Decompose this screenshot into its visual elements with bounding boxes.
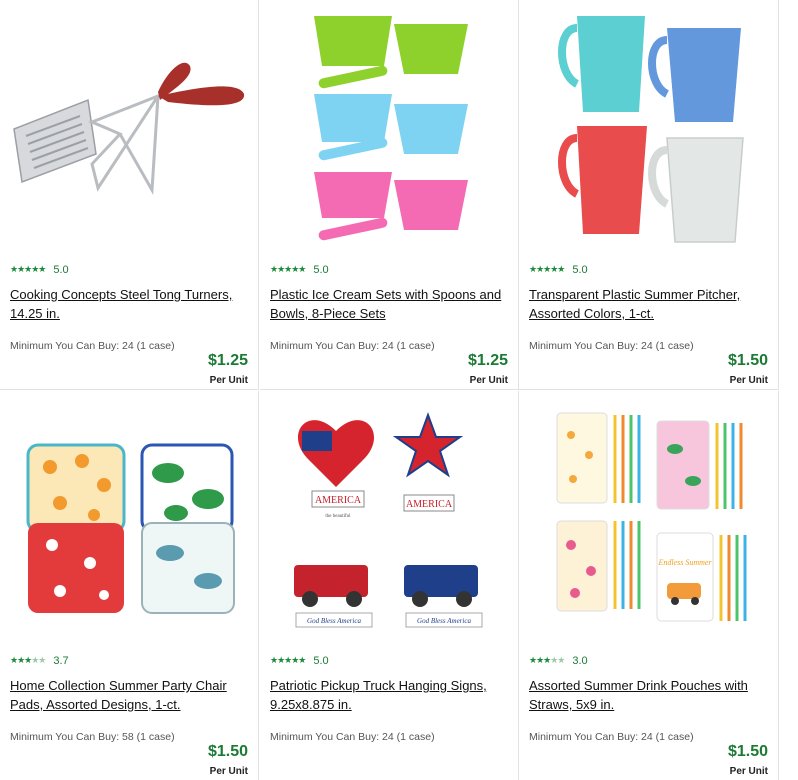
rating-value: 3.7 (53, 655, 69, 667)
product-image-tong-turners[interactable] (8, 4, 252, 250)
product-card[interactable]: ★★★★★ 5.0 Plastic Ice Cream Sets with Sp… (260, 0, 519, 390)
product-grid: ★★★★★ 5.0 Cooking Concepts Steel Tong Tu… (0, 0, 798, 780)
product-card[interactable]: AMERICA the beautiful AMERICA God Bless … (260, 391, 519, 780)
rating: ★★★★★ 5.0 (10, 264, 69, 276)
rating-value: 5.0 (313, 264, 329, 276)
star-rating-icon: ★★★★★ (270, 656, 306, 666)
product-image-patriotic-signs[interactable]: AMERICA the beautiful AMERICA God Bless … (268, 395, 512, 641)
star-rating-icon: ★★★★★ (270, 265, 306, 275)
product-price: $1.25 (207, 352, 248, 369)
minimum-purchase: Minimum You Can Buy: 24 (1 case) (529, 731, 694, 743)
star-rating-icon: ★★★★★ (529, 656, 565, 666)
product-card[interactable]: ★★★★★ 5.0 Cooking Concepts Steel Tong Tu… (0, 0, 259, 390)
minimum-purchase: Minimum You Can Buy: 24 (1 case) (529, 340, 694, 352)
minimum-purchase: Minimum You Can Buy: 58 (1 case) (10, 731, 175, 743)
rating-value: 3.0 (572, 655, 588, 667)
per-unit-label: Per Unit (209, 375, 248, 386)
star-rating-icon: ★★★★★ (529, 265, 565, 275)
per-unit-label: Per Unit (209, 766, 248, 777)
sign-text: AMERICA (406, 499, 453, 510)
product-title-link[interactable]: Patriotic Pickup Truck Hanging Signs, 9.… (270, 676, 510, 714)
rating: ★★★★★ 5.0 (270, 655, 329, 667)
rating-value: 5.0 (53, 264, 69, 276)
rating: ★★★★★ 5.0 (270, 264, 329, 276)
star-rating-icon: ★★★★★ (10, 656, 46, 666)
product-price: $1.50 (727, 352, 768, 369)
product-card[interactable]: Endless Summer ★★★★★ 3.0 Assorted Summer… (519, 391, 779, 780)
product-price: $1.25 (467, 352, 508, 369)
rating: ★★★★★ 3.7 (10, 655, 69, 667)
product-title-link[interactable]: Plastic Ice Cream Sets with Spoons and B… (270, 285, 510, 323)
product-image-chair-pads[interactable] (8, 395, 252, 641)
sign-text: God Bless America (417, 617, 471, 625)
per-unit-label: Per Unit (469, 375, 508, 386)
product-image-drink-pouches[interactable]: Endless Summer (527, 395, 771, 641)
rating: ★★★★★ 5.0 (529, 264, 588, 276)
rating-value: 5.0 (572, 264, 588, 276)
star-rating-icon: ★★★★★ (10, 265, 46, 275)
per-unit-label: Per Unit (729, 375, 768, 386)
product-image-ice-cream-sets[interactable] (268, 4, 512, 250)
product-card[interactable]: ★★★★★ 5.0 Transparent Plastic Summer Pit… (519, 0, 779, 390)
pouch-text: Endless Summer (657, 558, 712, 567)
minimum-purchase: Minimum You Can Buy: 24 (1 case) (10, 340, 175, 352)
product-card[interactable]: ★★★★★ 3.7 Home Collection Summer Party C… (0, 391, 259, 780)
product-image-pitchers[interactable] (527, 4, 771, 250)
product-title-link[interactable]: Assorted Summer Drink Pouches with Straw… (529, 676, 769, 714)
product-title-link[interactable]: Home Collection Summer Party Chair Pads,… (10, 676, 250, 714)
rating: ★★★★★ 3.0 (529, 655, 588, 667)
minimum-purchase: Minimum You Can Buy: 24 (1 case) (270, 731, 435, 743)
product-title-link[interactable]: Transparent Plastic Summer Pitcher, Asso… (529, 285, 769, 323)
minimum-purchase: Minimum You Can Buy: 24 (1 case) (270, 340, 435, 352)
sign-text: the beautiful (325, 514, 351, 519)
sign-text: God Bless America (307, 617, 361, 625)
product-title-link[interactable]: Cooking Concepts Steel Tong Turners, 14.… (10, 285, 250, 323)
product-price: $1.50 (207, 743, 248, 760)
per-unit-label: Per Unit (729, 766, 768, 777)
rating-value: 5.0 (313, 655, 329, 667)
sign-text: AMERICA (315, 495, 362, 506)
product-price: $1.50 (727, 743, 768, 760)
